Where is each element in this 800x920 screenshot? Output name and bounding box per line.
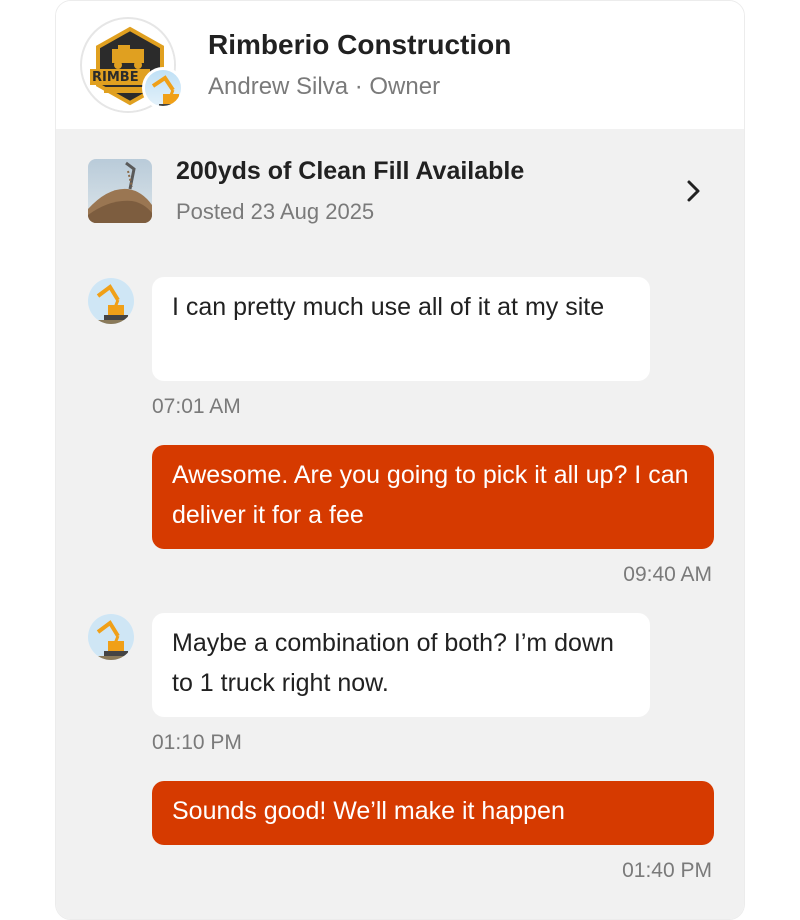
listing-title: 200yds of Clean Fill Available (176, 157, 525, 185)
message-text: Sounds good! We’ll make it happen (172, 797, 565, 825)
message-text: Awesome. Are you going to pick it all up… (172, 461, 689, 529)
chevron-right-icon[interactable] (682, 179, 706, 203)
chat-thread[interactable]: 200yds of Clean Fill Available Posted 23… (56, 129, 744, 919)
excavator-photo-icon (88, 278, 134, 324)
message-text: Maybe a combination of both? I’m down to… (172, 629, 614, 697)
sender-avatar[interactable] (88, 614, 134, 660)
chat-card: RIMBE Rimberio Construction Andrew Silva… (55, 0, 745, 920)
company-name: Rimberio Construction (208, 29, 512, 60)
message-time: 07:01 AM (152, 395, 241, 418)
listing-summary[interactable]: 200yds of Clean Fill Available Posted 23… (56, 129, 744, 239)
message-bubble[interactable]: Maybe a combination of both? I’m down to… (152, 613, 650, 717)
sender-avatar[interactable] (88, 278, 134, 324)
listing-thumbnail (88, 159, 152, 223)
message-bubble[interactable]: I can pretty much use all of it at my si… (152, 277, 650, 381)
owner-subtitle: Andrew Silva · Owner (208, 73, 441, 100)
message-text: I can pretty much use all of it at my si… (172, 293, 605, 321)
excavator-photo-icon (88, 614, 134, 660)
message-bubble[interactable]: Sounds good! We’ll make it happen (152, 781, 714, 845)
message-time: 01:10 PM (152, 731, 242, 754)
chat-header: RIMBE Rimberio Construction Andrew Silva… (56, 1, 744, 129)
dirt-pile-photo-icon (88, 159, 152, 223)
message-time: 09:40 AM (623, 563, 712, 586)
logo-text: RIMBE (92, 70, 139, 85)
listing-posted-date: Posted 23 Aug 2025 (176, 199, 375, 224)
message-bubble[interactable]: Awesome. Are you going to pick it all up… (152, 445, 714, 549)
excavator-photo-icon (145, 70, 181, 106)
message-time: 01:40 PM (622, 859, 712, 882)
owner-avatar[interactable] (142, 67, 184, 109)
